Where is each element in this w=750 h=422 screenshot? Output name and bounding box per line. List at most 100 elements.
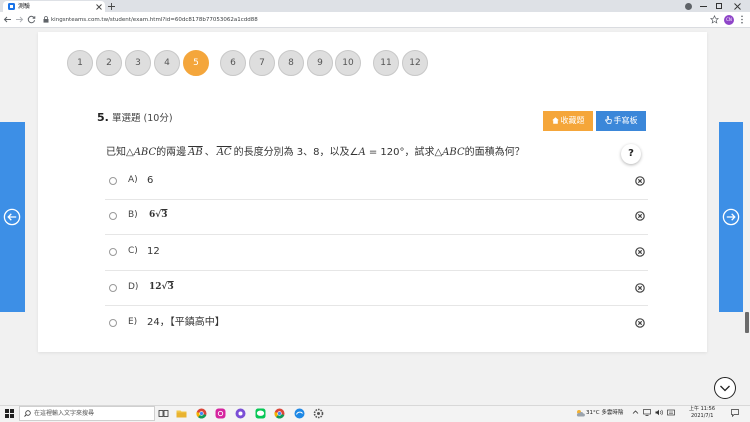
collect-button-label: 收藏題 <box>560 116 585 125</box>
hand-pointer-icon <box>604 116 612 124</box>
question-nav-button[interactable]: 3 <box>125 50 151 76</box>
taskbar-search-box[interactable]: 在這裡輸入文字來搜尋 <box>19 406 155 421</box>
collect-button[interactable]: 收藏題 <box>543 111 593 131</box>
settings-icon[interactable] <box>313 408 324 419</box>
scroll-down-button[interactable] <box>714 377 736 399</box>
next-question-button[interactable] <box>719 122 743 312</box>
stem-text: 的面積為何？ <box>464 147 525 158</box>
option-radio[interactable] <box>109 177 117 185</box>
media-icon[interactable] <box>235 408 246 419</box>
option-letter: C) <box>128 246 138 256</box>
handwrite-button[interactable]: 手寫板 <box>596 111 646 131</box>
stem-math: ABC <box>442 147 465 158</box>
eliminate-option-icon[interactable] <box>635 247 645 257</box>
browser-tab[interactable]: 測驗 <box>3 1 105 12</box>
keyboard-icon[interactable] <box>667 409 675 416</box>
eliminate-option-icon[interactable] <box>635 211 645 221</box>
minimize-icon[interactable] <box>700 6 707 7</box>
browser-icon[interactable] <box>294 408 305 419</box>
menu-dots-icon[interactable] <box>740 15 744 24</box>
stem-text: 的兩邊 <box>156 147 187 158</box>
cloud-icon[interactable] <box>576 409 585 417</box>
eliminate-option-icon[interactable] <box>635 318 645 328</box>
question-type-label: 單選題 <box>112 113 141 124</box>
tab-title: 測驗 <box>18 3 31 10</box>
profile-indicator-icon[interactable] <box>685 2 692 10</box>
lock-icon[interactable] <box>43 16 49 23</box>
question-nav-button[interactable]: 1 <box>67 50 93 76</box>
question-nav-button[interactable]: 2 <box>96 50 122 76</box>
new-tab-icon[interactable] <box>108 2 115 10</box>
option-value: 6√3 <box>149 209 167 222</box>
page-scrollbar[interactable] <box>744 28 750 405</box>
windows-start-icon[interactable] <box>5 409 14 418</box>
question-stem: 已知△ABC的兩邊 AB、 AC 的長度分別為 3、8，以及∠A = 120°，試求△… <box>106 146 525 160</box>
option-radio[interactable] <box>109 319 117 327</box>
stem-text: 、 <box>204 147 215 158</box>
stem-text: 已知△ <box>106 147 134 158</box>
option-value: 12√3 <box>149 281 174 294</box>
option-value: 6 <box>147 175 154 186</box>
forward-icon[interactable] <box>15 15 24 24</box>
question-type: 單選題 (10分) <box>112 113 173 125</box>
instagram-icon[interactable] <box>215 408 226 419</box>
volume-icon[interactable] <box>655 409 663 416</box>
reload-icon[interactable] <box>27 15 36 24</box>
arrow-left-circle-icon <box>3 208 21 226</box>
question-nav-button[interactable]: 5 <box>183 50 209 76</box>
question-nav-button[interactable]: 12 <box>402 50 428 76</box>
network-icon[interactable] <box>643 409 651 416</box>
weather-text[interactable]: 31°C 多雲時陰 <box>586 409 623 417</box>
notification-icon[interactable] <box>731 409 739 417</box>
question-score: (10分) <box>143 113 173 124</box>
line-icon[interactable] <box>255 408 266 419</box>
stem-segment-ac: AC <box>216 147 232 158</box>
question-nav-button[interactable]: 7 <box>249 50 275 76</box>
option-b[interactable]: B) 6√3 <box>105 204 648 228</box>
option-letter: E) <box>128 317 138 327</box>
option-radio[interactable] <box>109 284 117 292</box>
url-field[interactable]: kingsnteams.com.tw/student/exam.html?id=… <box>51 16 258 24</box>
option-a[interactable]: A) 6 <box>105 169 648 193</box>
maximize-icon[interactable] <box>716 3 722 9</box>
eliminate-option-icon[interactable] <box>635 283 645 293</box>
option-e[interactable]: E) 24，【平鎮高中】 <box>105 311 648 335</box>
clock-time[interactable]: 上午 11:56 <box>689 406 715 412</box>
tray-expand-icon[interactable] <box>632 409 639 416</box>
option-value: 24，【平鎮高中】 <box>147 317 225 328</box>
search-placeholder: 在這裡輸入文字來搜尋 <box>34 410 95 417</box>
question-number: 5. <box>97 111 109 124</box>
window-close-icon[interactable] <box>734 2 741 10</box>
stem-text: 的長度分別為 3、8，以及∠ <box>233 147 359 158</box>
option-radio[interactable] <box>109 248 117 256</box>
help-button[interactable]: ? <box>621 144 641 164</box>
profile-avatar[interactable]: CN <box>724 14 734 25</box>
file-explorer-icon[interactable] <box>176 408 187 419</box>
question-nav-button[interactable]: 11 <box>373 50 399 76</box>
question-nav-button[interactable]: 6 <box>220 50 246 76</box>
chrome-icon[interactable] <box>196 408 207 419</box>
back-icon[interactable] <box>3 15 12 24</box>
option-letter: A) <box>128 175 138 185</box>
task-view-icon[interactable] <box>158 408 169 419</box>
option-letter: D) <box>128 282 139 292</box>
option-c[interactable]: C) 12 <box>105 240 648 264</box>
stem-segment-ab: AB <box>188 147 203 158</box>
previous-question-button[interactable] <box>0 122 25 312</box>
star-icon[interactable] <box>710 15 719 24</box>
option-divider <box>105 270 648 271</box>
tab-close-icon[interactable] <box>96 3 102 10</box>
eliminate-option-icon[interactable] <box>635 176 645 186</box>
option-divider <box>105 305 648 306</box>
question-nav-button[interactable]: 4 <box>154 50 180 76</box>
chrome-icon[interactable] <box>274 408 285 419</box>
handwrite-button-label: 手寫板 <box>613 116 638 125</box>
scrollbar-thumb[interactable] <box>745 312 749 333</box>
question-nav-button[interactable]: 10 <box>335 50 361 76</box>
option-radio[interactable] <box>109 212 117 220</box>
clock-date[interactable]: 2021/7/1 <box>691 413 713 419</box>
question-nav-button[interactable]: 9 <box>307 50 333 76</box>
option-d[interactable]: D) 12√3 <box>105 276 648 300</box>
question-nav-button[interactable]: 8 <box>278 50 304 76</box>
radicand: 3 <box>161 210 168 220</box>
